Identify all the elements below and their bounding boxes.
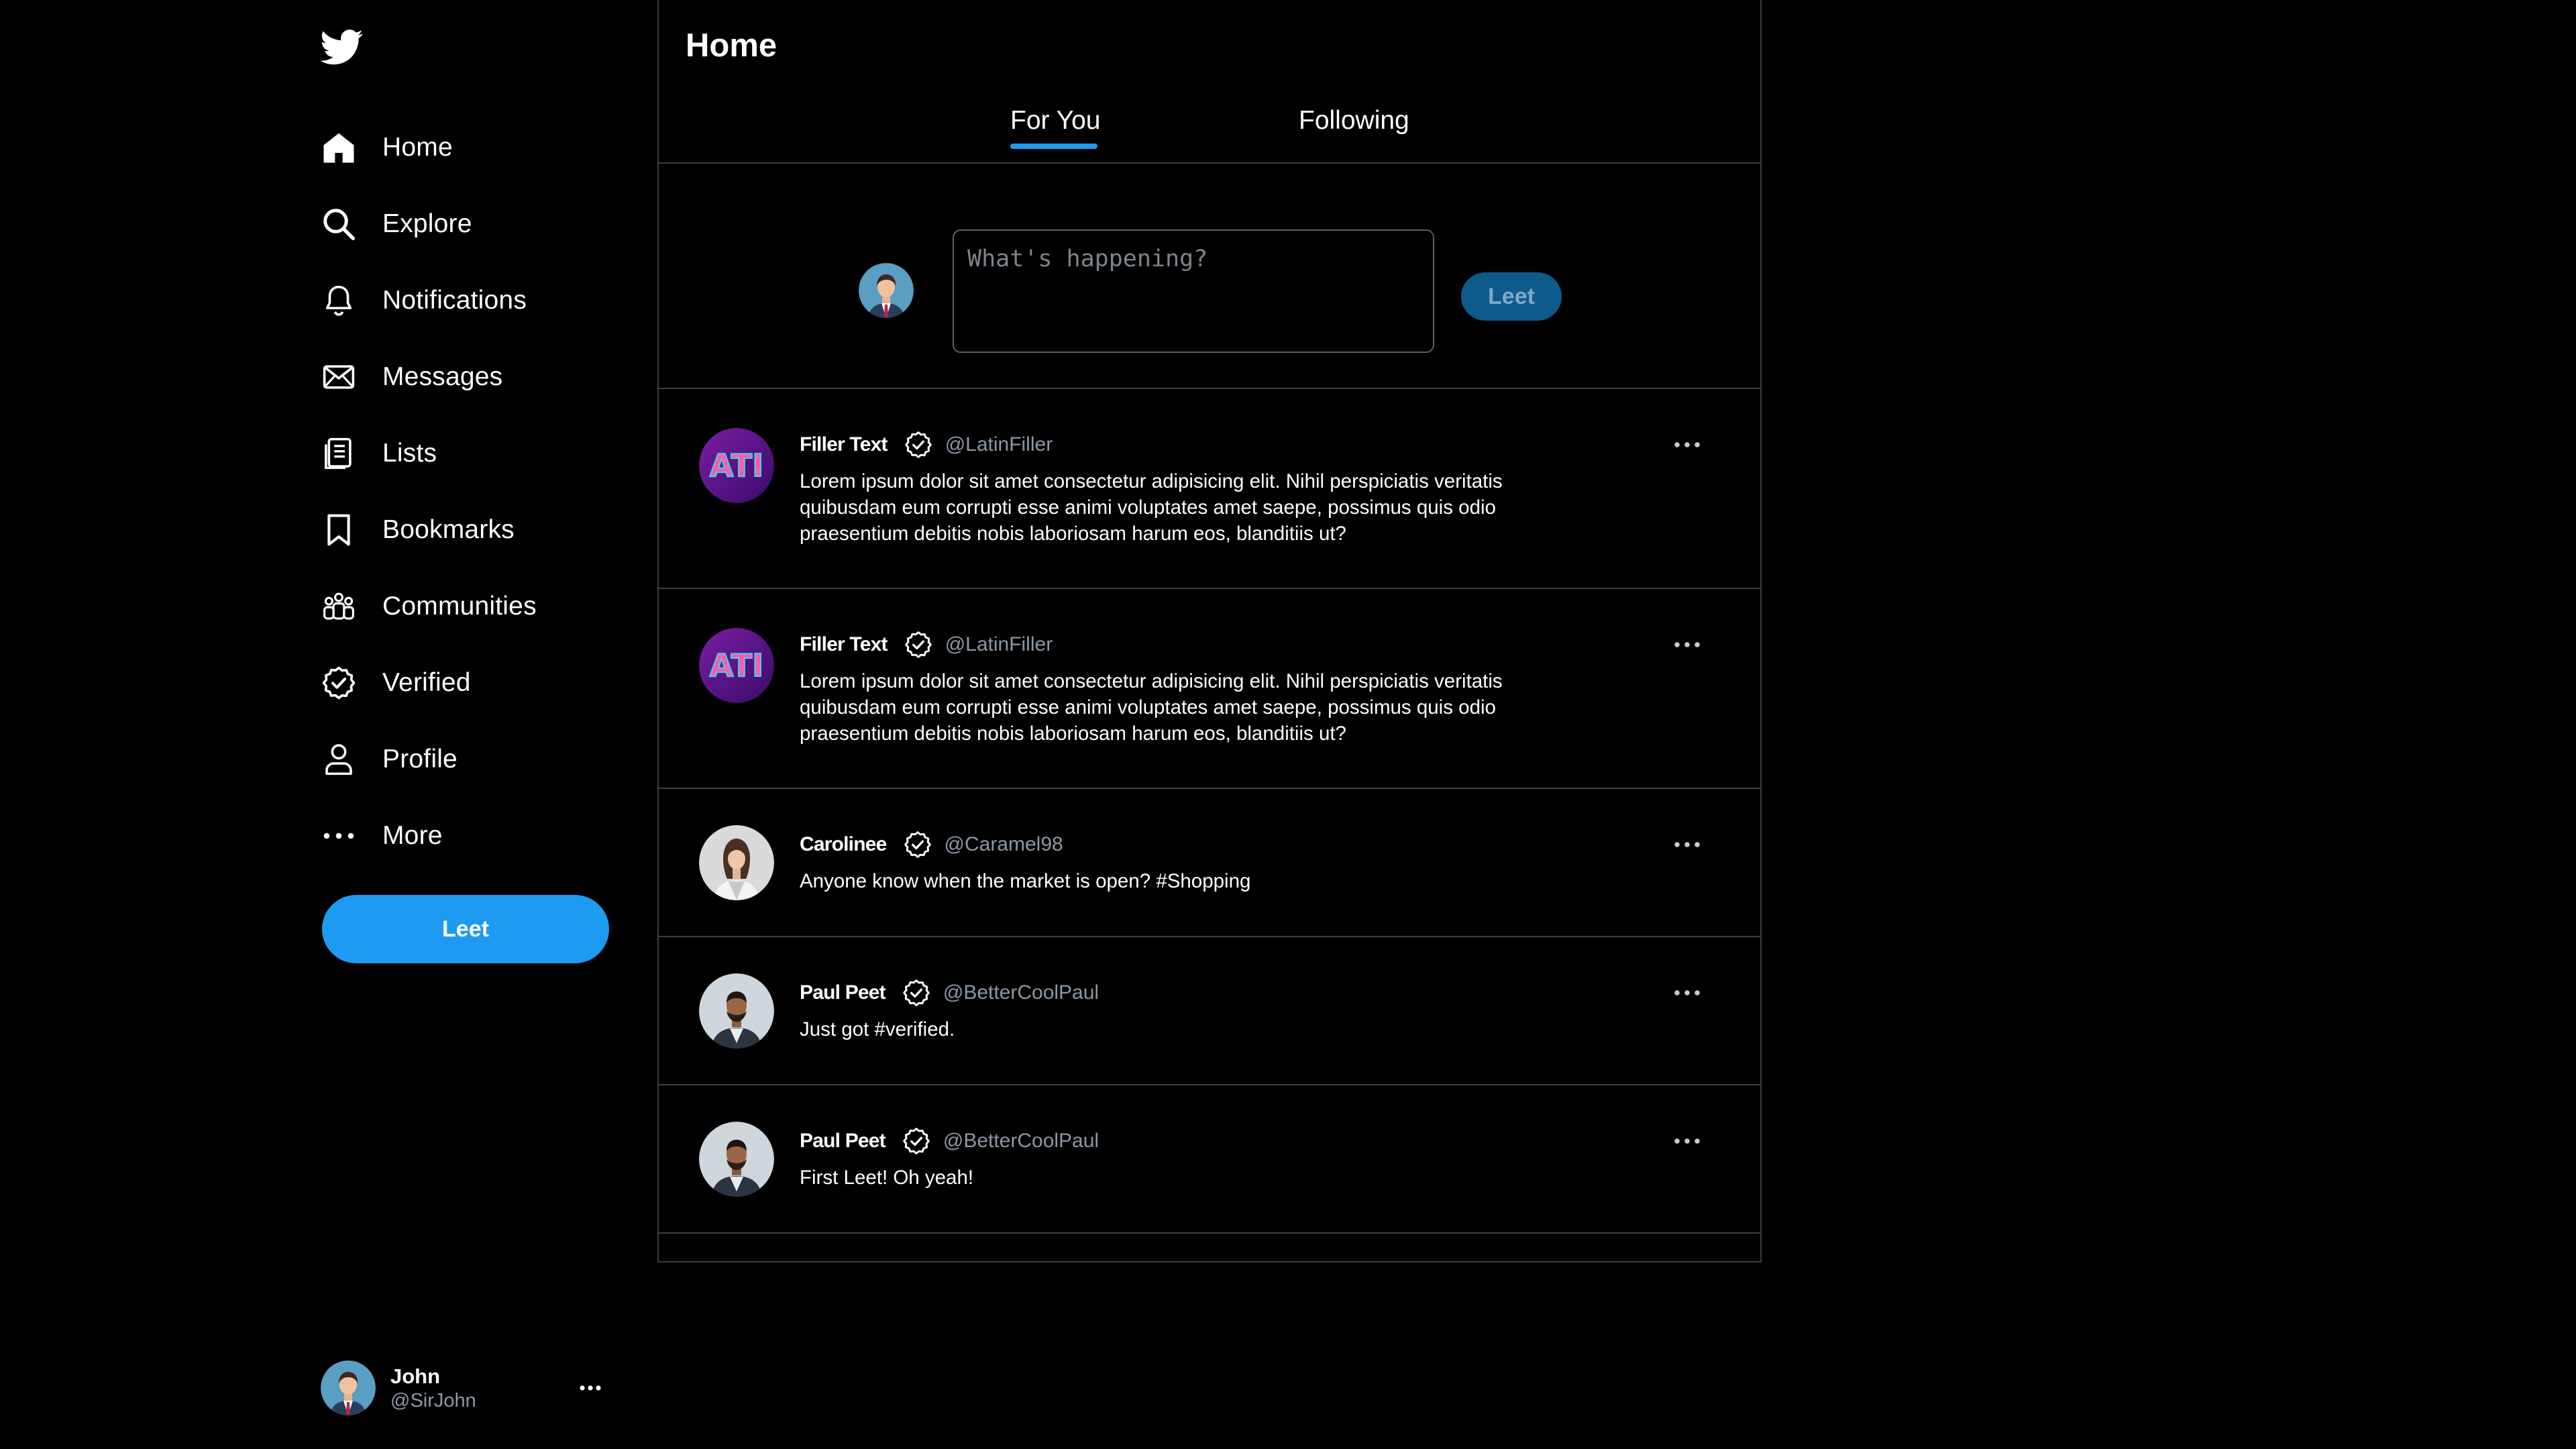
compose-leet-button[interactable]: Leet [1461, 272, 1562, 321]
verified-badge-icon [904, 431, 932, 458]
bookmark-icon [321, 512, 357, 548]
avatar [321, 1360, 376, 1415]
post-text: Just got #verified. [800, 1018, 955, 1040]
verified-badge-icon [904, 831, 931, 858]
more-dots-icon[interactable] [1670, 635, 1704, 655]
nav-item-notifications[interactable]: Notifications [321, 262, 616, 339]
timeline-column: Home For You Following Leet [657, 0, 1762, 1263]
nav-label-messages: Messages [382, 362, 503, 391]
more-dots-icon[interactable] [1670, 1131, 1704, 1151]
more-dots-icon[interactable] [1670, 835, 1704, 855]
nav-label-explore: Explore [382, 209, 472, 238]
post-header: Filler Text @LatinFiller [800, 428, 1053, 462]
post-header: Carolinee @Caramel98 [800, 828, 1063, 861]
post-text: Anyone know when the market is open? #Sh… [800, 870, 1251, 892]
post[interactable]: Paul Peet @BetterCoolPaul Just got #veri… [659, 937, 1760, 1085]
post-author-handle[interactable]: @LatinFiller [945, 633, 1053, 656]
nav-label-bookmarks: Bookmarks [382, 515, 515, 544]
search-icon [321, 206, 357, 242]
nav-label-more: More [382, 821, 443, 850]
post-author-name[interactable]: Paul Peet [800, 1130, 886, 1152]
home-icon [321, 129, 357, 166]
sidebar: Home Explore Notifications Messages List… [320, 0, 616, 1449]
more-dots-icon[interactable] [577, 1378, 604, 1398]
nav-label-home: Home [382, 133, 453, 162]
composer: Leet [659, 164, 1760, 389]
nav-item-communities[interactable]: Communities [321, 568, 616, 645]
nav-label-lists: Lists [382, 439, 437, 468]
user-handle: @SirJohn [390, 1389, 476, 1411]
post-author-name[interactable]: Filler Text [800, 633, 888, 656]
avatar: ATI [699, 428, 774, 503]
verified-badge-icon [903, 1128, 930, 1155]
nav-item-home[interactable]: Home [321, 109, 616, 186]
post-header: Paul Peet @BetterCoolPaul [800, 1124, 1099, 1158]
person-icon [321, 741, 357, 777]
post-author-handle[interactable]: @LatinFiller [945, 433, 1053, 456]
leet-button[interactable]: Leet [322, 895, 609, 963]
nav-item-profile[interactable]: Profile [321, 721, 616, 798]
post[interactable]: Carolinee @Caramel98 Anyone know when th… [659, 789, 1760, 937]
avatar-logo-text: ATI [710, 447, 764, 484]
nav-label-profile: Profile [382, 745, 458, 773]
avatar [699, 1122, 774, 1197]
post-text: Lorem ipsum dolor sit amet consectetur a… [800, 470, 1503, 545]
post-header: Paul Peet @BetterCoolPaul [800, 976, 1099, 1010]
avatar-logo-text: ATI [710, 647, 764, 684]
post-author-name[interactable]: Carolinee [800, 833, 887, 856]
list-icon [321, 435, 357, 472]
verified-badge-icon [904, 631, 932, 658]
main-nav: Home Explore Notifications Messages List… [321, 109, 616, 874]
user-names: John @SirJohn [390, 1364, 476, 1412]
nav-item-messages[interactable]: Messages [321, 339, 616, 415]
page-title: Home [686, 28, 777, 64]
account-switcher[interactable]: John @SirJohn [321, 1358, 616, 1418]
nav-label-notifications: Notifications [382, 286, 527, 315]
envelope-icon [321, 359, 357, 395]
post-author-handle[interactable]: @BetterCoolPaul [943, 981, 1099, 1004]
nav-label-verified: Verified [382, 668, 471, 697]
timeline-header: Home For You Following [659, 0, 1760, 164]
verified-badge-icon [903, 979, 930, 1006]
more-dots-icon [321, 818, 357, 854]
people-icon [321, 588, 357, 625]
avatar [859, 263, 914, 318]
nav-item-explore[interactable]: Explore [321, 186, 616, 262]
post[interactable]: Paul Peet @BetterCoolPaul First Leet! Oh… [659, 1085, 1760, 1234]
avatar: ATI [699, 628, 774, 703]
post[interactable]: ATI Filler Text @LatinFiller Lorem ipsum… [659, 589, 1760, 789]
post-author-handle[interactable]: @Caramel98 [945, 833, 1063, 856]
post-author-name[interactable]: Filler Text [800, 433, 888, 456]
avatar [699, 973, 774, 1049]
verified-badge-icon [321, 665, 357, 701]
nav-item-bookmarks[interactable]: Bookmarks [321, 492, 616, 568]
nav-item-lists[interactable]: Lists [321, 415, 616, 492]
post-author-handle[interactable]: @BetterCoolPaul [943, 1130, 1099, 1152]
post-author-name[interactable]: Paul Peet [800, 981, 886, 1004]
tab-following[interactable]: Following [1299, 106, 1409, 136]
nav-item-verified[interactable]: Verified [321, 645, 616, 721]
user-name: John [390, 1364, 441, 1388]
more-dots-icon[interactable] [1670, 435, 1704, 455]
more-dots-icon[interactable] [1670, 983, 1704, 1003]
active-tab-indicator [1010, 144, 1097, 149]
post-text: Lorem ipsum dolor sit amet consectetur a… [800, 670, 1503, 745]
compose-input[interactable] [953, 229, 1434, 353]
avatar [699, 825, 774, 900]
post[interactable]: ATI Filler Text @LatinFiller Lorem ipsum… [659, 389, 1760, 589]
bell-icon [321, 282, 357, 319]
post-text: First Leet! Oh yeah! [800, 1167, 974, 1189]
post-header: Filler Text @LatinFiller [800, 628, 1053, 661]
bird-logo-icon[interactable] [320, 25, 364, 68]
tab-for-you[interactable]: For You [1010, 106, 1100, 136]
nav-label-communities: Communities [382, 592, 537, 621]
nav-item-more[interactable]: More [321, 798, 616, 874]
